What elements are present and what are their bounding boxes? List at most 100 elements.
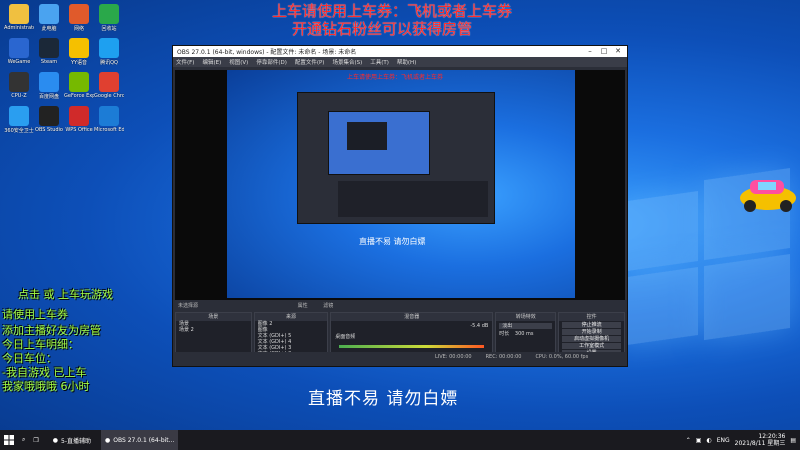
desktop-icon[interactable]: Administrator — [4, 4, 34, 31]
start-button[interactable] — [0, 430, 18, 450]
desktop-icon-label: 腾讯QQ — [100, 60, 118, 66]
obs-menu-item[interactable]: 视图(V) — [229, 58, 248, 66]
minimize-icon[interactable]: – — [583, 46, 597, 57]
desktop-icon[interactable]: WPS Office — [64, 106, 94, 133]
desktop-icon-label: 360安全卫士 — [4, 128, 34, 134]
desktop-icon[interactable]: CPU-Z — [4, 72, 34, 99]
overlay-green-line-2: 请使用上车券 — [2, 308, 68, 321]
tray-volume-icon[interactable]: ◐ — [706, 437, 711, 444]
transition-title: 转场特效 — [496, 313, 556, 321]
scene-item[interactable]: 场景 2 — [176, 327, 251, 333]
desktop-icon-label: 网络 — [73, 26, 84, 32]
desktop-icon[interactable]: 此电脑 — [34, 4, 64, 32]
desktop-icon[interactable]: 腾讯QQ — [94, 38, 124, 66]
car-sticker-large-icon — [740, 180, 796, 212]
desktop-icon[interactable]: Steam — [34, 38, 64, 65]
desktop-icon[interactable]: YY语音 — [64, 38, 94, 66]
desktop-icon-label: 回收站 — [101, 26, 117, 32]
desktop-icon-label: OBS Studio — [35, 127, 63, 133]
volume-meter[interactable] — [339, 345, 485, 348]
obs-window[interactable]: OBS 27.0.1 (64-bit, windows) - 配置文件: 未命名… — [172, 45, 628, 367]
desktop-icon[interactable]: 360安全卫士 — [4, 106, 34, 134]
taskbar-item-label: OBS 27.0.1 (64-bit... — [113, 436, 175, 444]
desktop-icon-label: Google Chrome — [94, 93, 124, 99]
cpuz-icon — [9, 72, 29, 92]
taskbar-taskview-icon[interactable]: ❐ — [29, 430, 42, 450]
tray-network-icon[interactable]: ▣ — [696, 437, 702, 444]
mixer-title: 混音器 — [331, 313, 493, 321]
obs-icon: ● — [105, 436, 111, 444]
control-button[interactable]: 停止推流 — [562, 322, 621, 328]
recycle-icon — [99, 4, 119, 24]
sources-title: 来源 — [254, 313, 328, 321]
mixer-channel-db: -5.4 dB — [470, 323, 489, 329]
desktop-icon[interactable]: GeForce Experience — [64, 72, 94, 99]
tray-chevron-icon[interactable]: ⌃ — [686, 437, 691, 444]
desktop-icon[interactable]: Microsoft Edge — [94, 106, 124, 133]
close-icon[interactable]: ✕ — [611, 46, 625, 57]
desktop-icon-label: WPS Office — [65, 127, 93, 133]
preview-red-text: 上车请使用上车券：飞机或者上车券 — [347, 74, 444, 81]
windows-start-icon — [4, 435, 14, 445]
system-tray: ⌃ ▣ ◐ ENG 12:20:36 2021/8/11 星期三 ▤ — [686, 430, 796, 450]
obs-menu-item[interactable]: 配置文件(P) — [295, 58, 325, 66]
scenes-title: 场景 — [176, 313, 251, 321]
network-icon — [69, 4, 89, 24]
taskbar-item[interactable]: ● 5-直播辅助 — [49, 430, 95, 450]
desktop-icon-label: WeGame — [7, 59, 31, 65]
control-button[interactable]: 工作室模式 — [562, 343, 621, 349]
yy-icon — [69, 38, 89, 58]
no-source-label: 未选择源 — [178, 303, 199, 309]
desktop-icon-label: 此电脑 — [41, 26, 57, 32]
props-label[interactable]: 属性 — [298, 303, 308, 309]
edge-icon — [99, 106, 119, 126]
taskbar-search-icon[interactable]: ⌕ — [18, 430, 29, 450]
tray-lang[interactable]: ENG — [717, 437, 730, 444]
desktop-icon[interactable]: 回收站 — [94, 4, 124, 32]
live-status: LIVE: 00:00:00 — [435, 354, 472, 360]
obs-menu-item[interactable]: 场景集合(S) — [332, 58, 362, 66]
obs-menu-item[interactable]: 工具(T) — [370, 58, 389, 66]
preview-canvas: 直播不易 请勿白嫖 上车请使用上车券：飞机或者上车券 — [227, 70, 575, 298]
desktop-icon-label: YY语音 — [70, 60, 88, 66]
desktop-icon[interactable]: Google Chrome — [94, 72, 124, 99]
desktop-icon-label: GeForce Experience — [64, 93, 94, 99]
duration-value[interactable]: 300 ms — [515, 331, 534, 337]
tray-clock[interactable]: 12:20:36 2021/8/11 星期三 — [735, 433, 786, 447]
stream-caption: 直播不易 请勿白嫖 — [308, 389, 459, 409]
obs-preview[interactable]: 直播不易 请勿白嫖 上车请使用上车券：飞机或者上车券 — [175, 70, 625, 300]
desktop-icon[interactable]: 网络 — [64, 4, 94, 32]
desktop-icon-label: Administrator — [4, 25, 34, 31]
desktop-icon-label: CPU-Z — [11, 93, 27, 99]
control-button[interactable]: 开始录制 — [562, 329, 621, 335]
desktop-icon[interactable]: OBS Studio — [34, 106, 64, 133]
preview-caption: 直播不易 请勿白嫖 — [359, 237, 426, 246]
obs-menu-item[interactable]: 编辑(E) — [202, 58, 221, 66]
maximize-icon[interactable]: □ — [597, 46, 611, 57]
desktop-icon-label: 百度网盘 — [38, 94, 59, 100]
obs-menu-item[interactable]: 文件(F) — [176, 58, 194, 66]
duration-label: 时长 — [499, 331, 510, 337]
shield-icon — [9, 106, 29, 126]
notification-icon[interactable]: ▤ — [790, 437, 796, 444]
chrome-icon — [99, 72, 119, 92]
baidu-icon — [39, 72, 59, 92]
qq-icon — [99, 38, 119, 58]
control-button[interactable]: 启动虚拟摄像机 — [562, 336, 621, 342]
desktop-icon[interactable]: WeGame — [4, 38, 34, 65]
overlay-red-line-2: 开通钻石粉丝可以获得房管 — [292, 20, 473, 38]
taskbar-item[interactable]: ● OBS 27.0.1 (64-bit... — [101, 430, 179, 450]
filters-label[interactable]: 滤镜 — [323, 303, 333, 309]
nvidia-icon — [69, 72, 89, 92]
obs-statusbar: LIVE: 00:00:00 REC: 00:00:00 CPU: 0.0%, … — [175, 352, 625, 362]
taskbar: ⌕ ❐ ● 5-直播辅助 ● OBS 27.0.1 (64-bit... ⌃ ▣ ◐ … — [0, 430, 800, 450]
desktop-icon[interactable]: 百度网盘 — [34, 72, 64, 100]
obs-titlebar[interactable]: OBS 27.0.1 (64-bit, windows) - 配置文件: 未命名… — [173, 46, 627, 57]
desktop-icon-label: Microsoft Edge — [94, 127, 124, 133]
obs-menu-item[interactable]: 停靠部件(D) — [256, 58, 287, 66]
obs-menu-item[interactable]: 帮助(H) — [397, 58, 416, 66]
source-toolbar: 未选择源 属性 滤镜 — [175, 302, 625, 310]
transition-type[interactable]: 淡出 — [499, 323, 553, 329]
taskbar-item-label: 5-直播辅助 — [61, 437, 91, 445]
rec-status: REC: 00:00:00 — [485, 354, 522, 360]
